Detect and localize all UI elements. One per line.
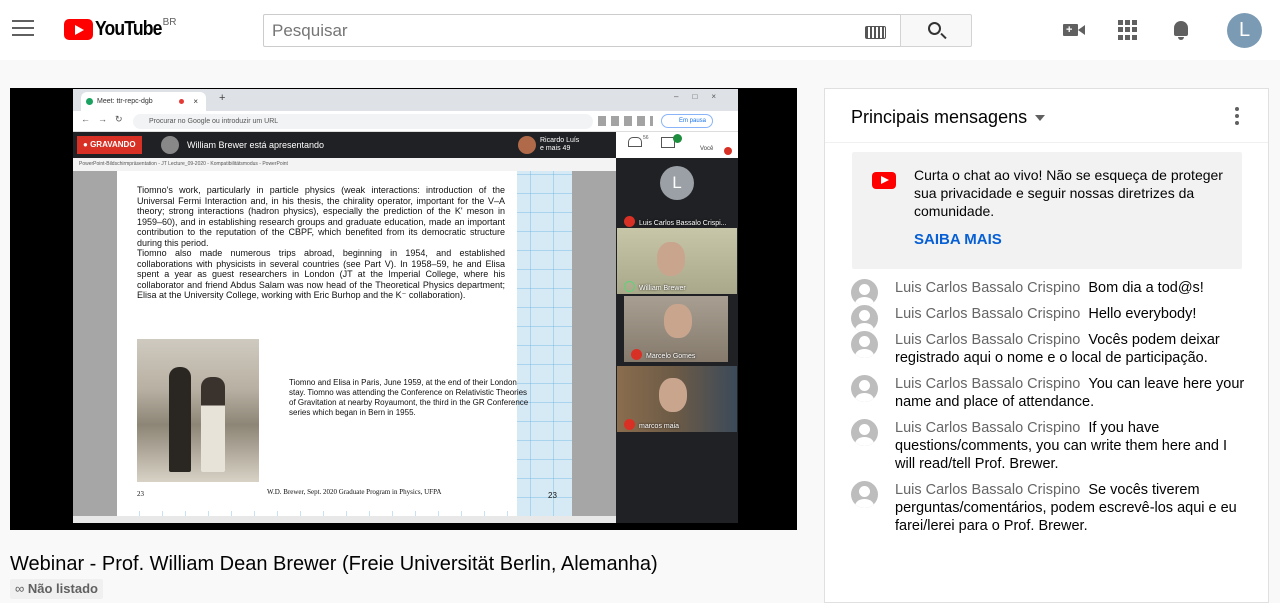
others-line-2: e mais 49: [540, 145, 571, 152]
learn-more-link[interactable]: SAIBA MAIS: [914, 231, 1002, 248]
participant-name: Marcelo Gomes: [646, 353, 696, 360]
presenter-label: William Brewer está apresentando: [161, 136, 324, 154]
meet-top-bar: GRAVANDO William Brewer está apresentand…: [73, 132, 616, 158]
logo-text: YouTube: [95, 18, 162, 40]
chat-messages: Luis Carlos Bassalo Crispino Bom dia a to…: [851, 279, 1251, 543]
close-tab-icon: ×: [193, 97, 198, 106]
author-avatar[interactable]: [851, 375, 878, 402]
live-chat: Principais mensagens Curta o chat ao viv…: [824, 88, 1269, 603]
chat-header: Principais mensagens: [825, 89, 1268, 143]
slide-paragraph-2: Tiomno also made numerous trips abroad, …: [137, 248, 505, 300]
extensions-icon: [598, 116, 653, 126]
browser-tab-strip: Meet: ttr-repc-dgb × + –□×: [73, 89, 738, 111]
message-text: Hello everybody!: [1088, 306, 1197, 322]
participant-tile: marcos maia: [617, 366, 737, 432]
other-participants-label: Ricardo Luís e mais 49: [516, 134, 579, 156]
message-author[interactable]: Luis Carlos Bassalo Crispino: [895, 306, 1080, 322]
powerpoint-status-bar: [73, 516, 616, 523]
powerpoint-title: PowerPoint-Bildschirmpräsentation - JT L…: [73, 158, 616, 171]
chevron-down-icon: [1035, 115, 1046, 122]
masthead: YouTube BR + L: [0, 0, 1280, 60]
chat-message: Luis Carlos Bassalo Crispino Vocês podem …: [851, 331, 1251, 367]
video-player[interactable]: Meet: ttr-repc-dgb × + –□× ←→↻ Procurar …: [10, 88, 797, 530]
more-options-icon[interactable]: [1227, 107, 1247, 127]
slide-footer: W.D. Brewer, Sept. 2020 Graduate Program…: [267, 488, 442, 496]
notifications-icon[interactable]: [1169, 18, 1193, 42]
participant-tile: William Brewer: [617, 228, 737, 294]
chat-message: Luis Carlos Bassalo Crispino Se vocês tiv…: [851, 481, 1251, 535]
chat-badge: [673, 134, 682, 143]
author-avatar[interactable]: [851, 481, 878, 508]
participant-avatar: L: [660, 166, 694, 200]
search-icon: [928, 22, 941, 35]
message-author[interactable]: Luis Carlos Bassalo Crispino: [895, 332, 1080, 348]
slide-photo-caption: Tiomno and Elisa in Paris, June 1959, at…: [289, 378, 529, 417]
author-avatar[interactable]: [851, 279, 878, 306]
message-author[interactable]: Luis Carlos Bassalo Crispino: [895, 280, 1080, 296]
search-input[interactable]: [264, 20, 854, 41]
author-avatar[interactable]: [851, 419, 878, 446]
participant-name: Luis Carlos Bassalo Crispi...: [639, 220, 727, 227]
browser-tab: Meet: ttr-repc-dgb ×: [81, 92, 206, 111]
menu-icon[interactable]: [12, 20, 34, 38]
paused-badge: Em pausa: [661, 114, 713, 128]
browser-nav-icon: ←→↻: [81, 114, 131, 124]
participant-tile: Marcelo Gomes: [624, 296, 728, 362]
browser-omnibox: Procurar no Google ou introduzir um URL: [133, 114, 593, 129]
apps-icon[interactable]: [1116, 18, 1140, 42]
video-title: Webinar - Prof. William Dean Brewer (Fre…: [10, 553, 658, 575]
meet-favicon-icon: [86, 98, 93, 105]
youtube-play-icon: [64, 19, 93, 40]
chat-message: Luis Carlos Bassalo Crispino Hello everyb…: [851, 305, 1251, 332]
message-author[interactable]: Luis Carlos Bassalo Crispino: [895, 420, 1080, 436]
logo-region: BR: [162, 17, 177, 28]
participant-face: [664, 304, 692, 338]
participant-name: marcos maia: [639, 423, 680, 430]
slide-counter: 23: [548, 491, 557, 500]
participant-face: [657, 242, 685, 276]
slide: Tiomno's work, particularly in particle …: [117, 171, 528, 511]
chat-mode-dropdown[interactable]: Principais mensagens: [851, 107, 1046, 128]
participant-tile: L Luis Carlos Bassalo Crispi...: [617, 163, 737, 229]
chat-message: Luis Carlos Bassalo Crispino If you have …: [851, 419, 1251, 473]
recording-badge: GRAVANDO: [77, 136, 142, 154]
youtube-logo[interactable]: YouTube BR: [64, 18, 176, 42]
participant-name: William Brewer: [639, 285, 686, 292]
slide-paragraph-1: Tiomno's work, particularly in particle …: [137, 185, 505, 248]
powerpoint-window: PowerPoint-Bildschirmpräsentation - JT L…: [73, 158, 616, 523]
slide-photo: [137, 339, 259, 482]
self-mic-off-icon: [724, 147, 732, 155]
others-line-1: Ricardo Luís: [540, 137, 580, 144]
people-icon: [628, 137, 642, 147]
new-tab-icon: +: [219, 92, 226, 104]
browser-toolbar: ←→↻ Procurar no Google ou introduzir um …: [73, 111, 738, 132]
window-controls-icon: –□×: [674, 92, 730, 101]
search-box: [263, 14, 901, 47]
create-video-icon[interactable]: +: [1062, 18, 1086, 42]
people-count: 56: [643, 135, 649, 141]
chat-notice-text: Curta o chat ao vivo! Não se esqueça de …: [914, 167, 1223, 219]
keyboard-icon[interactable]: [865, 26, 886, 39]
message-author[interactable]: Luis Carlos Bassalo Crispino: [895, 482, 1080, 498]
message-author[interactable]: Luis Carlos Bassalo Crispino: [895, 376, 1080, 392]
browser-tab-title: Meet: ttr-repc-dgb: [97, 98, 153, 105]
meet-tools: 56 Você: [616, 132, 738, 158]
account-avatar[interactable]: L: [1227, 13, 1262, 48]
author-avatar[interactable]: [851, 331, 878, 358]
chat-message: Luis Carlos Bassalo Crispino Bom dia a to…: [851, 279, 1251, 306]
search-button[interactable]: [900, 14, 972, 47]
unlisted-badge: Não listado: [10, 579, 103, 599]
author-avatar[interactable]: [851, 305, 878, 332]
chat-mode-label: Principais mensagens: [851, 107, 1028, 127]
recording-dot-icon: [179, 99, 184, 104]
message-text: Bom dia a tod@s!: [1088, 280, 1204, 296]
participant-face: [659, 378, 687, 412]
participant-tiles: L Luis Carlos Bassalo Crispi... William …: [616, 158, 738, 523]
chat-message: Luis Carlos Bassalo Crispino You can leav…: [851, 375, 1251, 411]
youtube-icon: [872, 172, 896, 189]
self-label: Você: [700, 146, 714, 152]
chat-notice: Curta o chat ao vivo! Não se esqueça de …: [852, 152, 1242, 269]
slide-page-number: 23: [137, 490, 144, 498]
